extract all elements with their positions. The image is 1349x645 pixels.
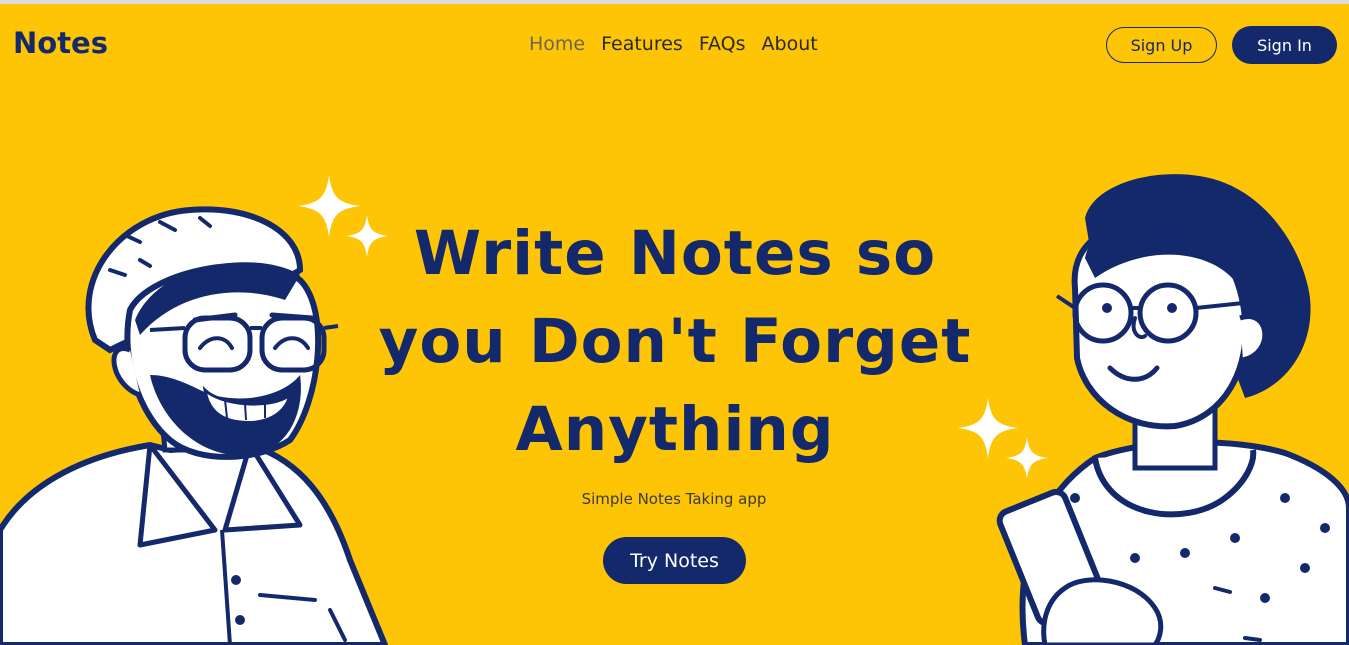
logo[interactable]: Notes — [13, 26, 108, 60]
hero-title-line: Anything — [515, 394, 835, 465]
hero-title-line: Write Notes so — [413, 218, 937, 289]
try-notes-button[interactable]: Try Notes — [603, 537, 746, 584]
nav-item-about[interactable]: About — [762, 33, 818, 55]
hero-title: Write Notes so you Don't Forget Anything — [330, 210, 1020, 474]
nav-item-features[interactable]: Features — [601, 33, 683, 55]
nav-item-home[interactable]: Home — [529, 33, 585, 55]
sign-in-button[interactable]: Sign In — [1232, 26, 1337, 64]
hero-title-line: you Don't Forget — [378, 306, 972, 377]
woman-illustration — [996, 174, 1349, 645]
browser-top-border — [0, 0, 1349, 4]
nav-item-faqs[interactable]: FAQs — [699, 33, 746, 55]
hero-subtitle: Simple Notes Taking app — [581, 490, 767, 508]
sign-up-button[interactable]: Sign Up — [1106, 27, 1217, 63]
main-nav: Home Features FAQs About — [529, 33, 818, 55]
